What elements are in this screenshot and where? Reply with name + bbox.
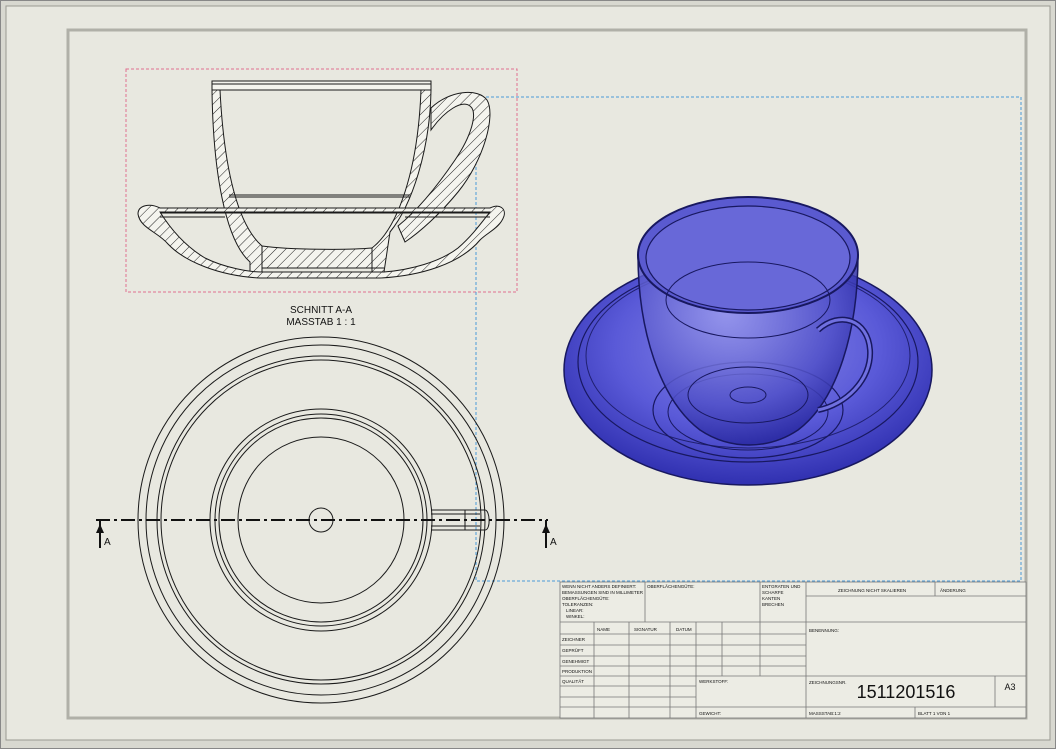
- tb-role-4: PRODUKTION: [562, 669, 592, 674]
- tb-scale-field: MASSSTAB:1:2: [809, 711, 841, 716]
- tb-role-1: ZEICHNER: [562, 637, 586, 642]
- cup-foot: [261, 245, 373, 269]
- tb-designation: BENENNUNG:: [809, 628, 839, 633]
- tb-col-date: DATUM: [676, 627, 692, 632]
- sheet-size: A3: [1004, 682, 1015, 692]
- tb-role-3: GENEHMIGT: [562, 659, 590, 664]
- cup-rim: [211, 80, 432, 91]
- tb-weight: GEWICHT:: [699, 711, 721, 716]
- tb-material: WERKSTOFF:: [699, 679, 728, 684]
- tb-no-scale: ZEICHNUNG NICHT SKALIEREN: [838, 588, 906, 593]
- section-scale: MASSTAB 1 : 1: [286, 317, 356, 328]
- tb-note-4: TOLERANZEN:: [562, 602, 593, 607]
- tb-deburr-4: BRECHEN: [762, 602, 784, 607]
- tb-sheet-field: BLATT 1 VON 1: [918, 711, 951, 716]
- tb-col-name: NAME: [597, 627, 610, 632]
- drawing-number[interactable]: 1511201516: [857, 682, 956, 702]
- section-title: SCHNITT A-A: [290, 305, 352, 316]
- tb-note-2: BEMASSUNGEN SIND IN MILLIMETER: [562, 590, 644, 595]
- cut-marker-right: A: [550, 537, 557, 548]
- tb-note-1: WENN NICHT ANDERS DEFINIERT:: [562, 584, 636, 589]
- tb-note-3: OBERFLÄCHENGÜTE:: [562, 595, 610, 601]
- tb-role-2: GEPRÜFT: [562, 647, 584, 653]
- drawing-sheet: SCHNITT A-A MASSTAB 1 : 1 A A WENN NICHT…: [0, 0, 1056, 749]
- tb-revision: ÄNDERUNG: [940, 587, 966, 593]
- tb-deburr-2: SCHARFE: [762, 590, 784, 595]
- tb-role-5: QUALITÄT: [562, 678, 584, 684]
- tb-note-5: LINEAR:: [566, 608, 584, 613]
- tb-deburr-3: KANTEN: [762, 596, 780, 601]
- tb-deburr-1: ENTGRATEN UND: [762, 584, 801, 589]
- title-block: [559, 581, 1027, 719]
- tb-note-6: WINKEL:: [566, 614, 585, 619]
- cut-marker-left: A: [104, 537, 111, 548]
- tb-finish: OBERFLÄCHENGÜTE:: [647, 583, 695, 589]
- tb-drawing-no-label: ZEICHNUNGSNR.: [809, 680, 847, 685]
- tb-col-signature: SIGNATUR: [634, 627, 658, 632]
